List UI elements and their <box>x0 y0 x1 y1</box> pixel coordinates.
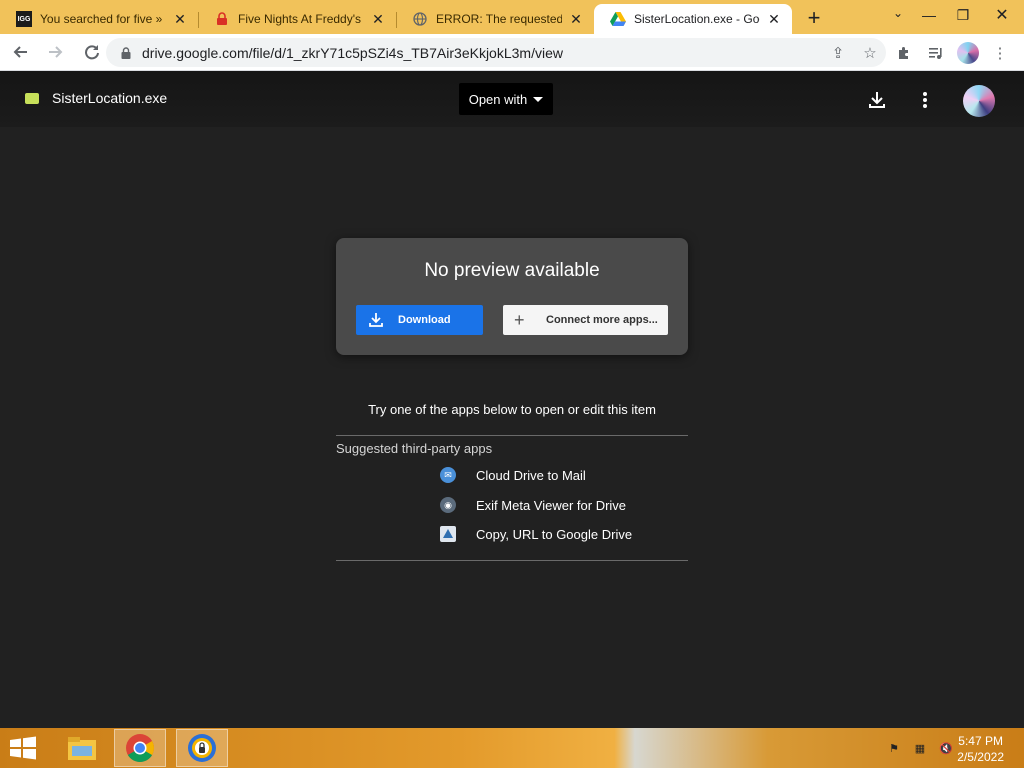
try-apps-text: Try one of the apps below to open or edi… <box>368 402 656 417</box>
tab-error[interactable]: ERROR: The requested URL ✕ <box>396 4 594 34</box>
close-tab-icon[interactable]: ✕ <box>370 11 386 27</box>
camera-icon: ◉ <box>440 497 456 513</box>
mail-icon: ✉ <box>440 467 456 483</box>
restore-icon[interactable]: ❐ <box>946 7 980 24</box>
download-icon[interactable] <box>866 89 888 111</box>
app-cloud-drive-to-mail[interactable]: ✉ Cloud Drive to Mail <box>440 465 586 485</box>
globe-icon <box>412 11 428 27</box>
action-center-flag-icon[interactable]: ⚑ <box>886 740 902 756</box>
volume-muted-icon[interactable]: 🔇 <box>938 740 954 756</box>
igg-logo-icon: IGG <box>16 11 32 27</box>
app-label: Exif Meta Viewer for Drive <box>476 497 627 513</box>
tab-title: ERROR: The requested URL <box>436 12 562 26</box>
clock-date: 2/5/2022 <box>957 750 1004 764</box>
browser-tab-strip: IGG You searched for five » IGG ✕ Five N… <box>0 0 1024 34</box>
open-with-label: Open with <box>468 91 528 107</box>
profile-avatar-icon[interactable] <box>952 38 984 67</box>
lock-red-icon <box>214 11 230 27</box>
download-arrow-icon <box>369 313 383 327</box>
app-copy-url-to-drive[interactable]: Copy, URL to Google Drive <box>440 524 632 544</box>
open-with-button[interactable]: Open with <box>459 83 553 115</box>
url-text[interactable]: drive.google.com/file/d/1_zkrY71c5pSZi4s… <box>142 45 822 61</box>
network-icon[interactable]: ▦ <box>912 740 928 756</box>
windows-start-icon[interactable] <box>8 736 38 760</box>
system-tray: ⚑ ▦ 🔇 <box>886 740 954 756</box>
download-button[interactable]: Download <box>356 305 483 335</box>
close-tab-icon[interactable]: ✕ <box>766 11 782 27</box>
app-exif-meta-viewer[interactable]: ◉ Exif Meta Viewer for Drive <box>440 495 626 515</box>
close-tab-icon[interactable]: ✕ <box>568 11 584 27</box>
connect-more-apps-button[interactable]: + Connect more apps... <box>503 305 668 335</box>
vpn-app-taskbar-icon[interactable] <box>176 729 228 767</box>
close-tab-icon[interactable]: ✕ <box>172 11 188 27</box>
file-type-icon <box>25 93 39 104</box>
bookmark-star-icon[interactable]: ☆ <box>854 44 886 62</box>
drive-file-viewer: SisterLocation.exe Open with No preview … <box>0 71 1024 728</box>
address-bar[interactable]: drive.google.com/file/d/1_zkrY71c5pSZi4s… <box>106 38 886 67</box>
tab-title: SisterLocation.exe - Google Drive <box>634 12 760 26</box>
window-controls: — ❐ ✕ <box>912 0 1024 30</box>
download-label: Download <box>398 314 451 326</box>
clock-time: 5:47 PM <box>958 734 1003 748</box>
caret-down-icon <box>533 96 544 102</box>
tab-title: You searched for five » IGG <box>40 12 166 26</box>
chrome-taskbar-icon[interactable] <box>114 729 166 767</box>
file-explorer-icon[interactable] <box>56 729 108 767</box>
more-options-icon[interactable] <box>914 89 936 111</box>
tab-fnaf4[interactable]: Five Nights At Freddy's 4 ✕ <box>198 4 396 34</box>
forward-icon[interactable] <box>40 36 72 68</box>
back-icon[interactable] <box>4 36 36 68</box>
extensions-puzzle-icon[interactable] <box>888 38 920 67</box>
tab-igg[interactable]: IGG You searched for five » IGG ✕ <box>0 4 198 34</box>
file-name: SisterLocation.exe <box>52 90 168 106</box>
divider <box>336 560 688 561</box>
account-avatar[interactable] <box>963 85 995 117</box>
tab-search-chevron-icon[interactable]: ⌄ <box>886 6 910 28</box>
minimize-icon[interactable]: — <box>912 7 946 23</box>
app-label: Copy, URL to Google Drive <box>476 526 633 542</box>
no-preview-card: No preview available Download + Connect … <box>336 238 688 355</box>
app-label: Cloud Drive to Mail <box>476 467 586 483</box>
tab-title: Five Nights At Freddy's 4 <box>238 12 364 26</box>
toolbar-right: ⋮ <box>888 38 1016 67</box>
tab-google-drive[interactable]: SisterLocation.exe - Google Drive ✕ <box>594 4 792 34</box>
browser-menu-icon[interactable]: ⋮ <box>984 38 1016 67</box>
window-close-icon[interactable]: ✕ <box>980 5 1024 25</box>
connect-label: Connect more apps... <box>546 314 658 326</box>
browser-toolbar: drive.google.com/file/d/1_zkrY71c5pSZi4s… <box>0 34 1024 71</box>
lock-icon[interactable] <box>118 45 134 61</box>
plus-icon: + <box>514 310 525 330</box>
divider <box>336 435 688 436</box>
google-drive-icon <box>610 11 626 27</box>
no-preview-title: No preview available <box>424 260 600 281</box>
viewer-header: SisterLocation.exe Open with <box>0 71 1024 127</box>
share-icon[interactable]: ⇪ <box>822 44 854 62</box>
windows-taskbar: ⚑ ▦ 🔇 5:47 PM 2/5/2022 <box>0 728 1024 768</box>
new-tab-button[interactable]: + <box>800 4 828 32</box>
media-queue-icon[interactable] <box>920 38 952 67</box>
suggested-apps-heading: Suggested third-party apps <box>336 441 493 456</box>
drive-upload-icon <box>440 526 456 542</box>
taskbar-clock[interactable]: 5:47 PM 2/5/2022 <box>957 733 1004 765</box>
reload-icon[interactable] <box>76 36 108 68</box>
